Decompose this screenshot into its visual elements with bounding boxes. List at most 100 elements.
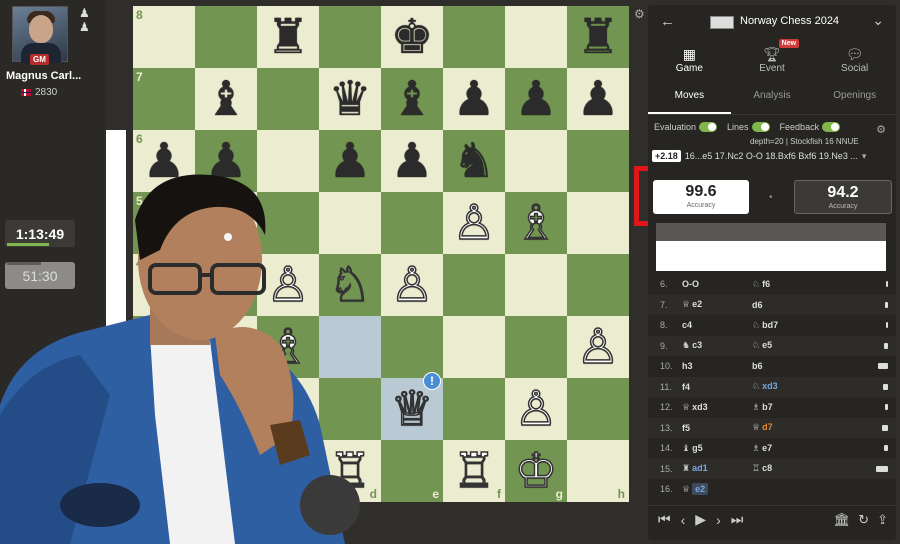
black-bishop-piece[interactable]: ♝ bbox=[204, 75, 247, 123]
square-g6[interactable] bbox=[505, 130, 567, 192]
black-bishop-piece[interactable]: ♝ bbox=[390, 75, 433, 123]
square-a6[interactable]: 6 ♟ bbox=[133, 130, 195, 192]
square-b3[interactable] bbox=[195, 316, 257, 378]
first-move-icon[interactable]: ⏮ bbox=[658, 511, 671, 528]
square-g5[interactable]: ♗ bbox=[505, 192, 567, 254]
play-icon[interactable]: ▶ bbox=[695, 511, 706, 528]
black-pawn-piece[interactable]: ♟ bbox=[142, 137, 185, 185]
square-a1[interactable]: 1a bbox=[133, 440, 195, 502]
square-h1[interactable]: h bbox=[567, 440, 629, 502]
square-f6[interactable]: ♞ bbox=[443, 130, 505, 192]
black-pawn-piece[interactable]: ♟ bbox=[204, 137, 247, 185]
square-f2[interactable] bbox=[443, 378, 505, 440]
evaluation-switch[interactable] bbox=[699, 122, 718, 132]
subtab-moves[interactable]: Moves bbox=[648, 85, 731, 114]
square-f3[interactable] bbox=[443, 316, 505, 378]
refresh-icon[interactable]: ↻ bbox=[858, 512, 869, 528]
square-b6[interactable]: ♟ bbox=[195, 130, 257, 192]
square-a4[interactable]: 4 bbox=[133, 254, 195, 316]
white-move[interactable]: O-O bbox=[682, 279, 752, 289]
black-pawn-piece[interactable]: ♟ bbox=[452, 75, 495, 123]
previous-move-icon[interactable]: ‹ bbox=[681, 512, 686, 528]
feedback-switch[interactable] bbox=[822, 122, 841, 132]
square-a3[interactable]: 3 bbox=[133, 316, 195, 378]
white-rook-piece[interactable]: ♖ bbox=[328, 446, 373, 496]
lines-switch[interactable] bbox=[751, 122, 770, 132]
subtab-openings[interactable]: Openings bbox=[813, 85, 896, 114]
black-move[interactable]: ♘ bd7 bbox=[752, 320, 822, 331]
event-title[interactable]: Norway Chess 2024 bbox=[740, 15, 839, 27]
square-f5[interactable]: ♙ bbox=[443, 192, 505, 254]
white-pawn-piece[interactable]: ♙ bbox=[576, 322, 621, 372]
square-f1[interactable]: f ♖ bbox=[443, 440, 505, 502]
square-e4[interactable]: ♙ bbox=[381, 254, 443, 316]
square-f7[interactable]: ♟ bbox=[443, 68, 505, 130]
square-f8[interactable] bbox=[443, 6, 505, 68]
back-arrow-icon[interactable]: ← bbox=[660, 13, 675, 30]
square-f4[interactable] bbox=[443, 254, 505, 316]
square-e1[interactable]: e bbox=[381, 440, 443, 502]
black-move[interactable]: d6 bbox=[752, 300, 822, 310]
square-c3[interactable]: ♗ bbox=[257, 316, 319, 378]
square-c5[interactable] bbox=[257, 192, 319, 254]
square-e6[interactable]: ♟ bbox=[381, 130, 443, 192]
square-g4[interactable] bbox=[505, 254, 567, 316]
white-pawn-piece[interactable]: ♙ bbox=[514, 384, 559, 434]
square-a7[interactable]: 7 bbox=[133, 68, 195, 130]
square-d4[interactable]: ♘ bbox=[319, 254, 381, 316]
white-move[interactable]: ♕ e2 bbox=[682, 299, 752, 310]
square-d2[interactable] bbox=[319, 378, 381, 440]
white-move[interactable]: h3 bbox=[682, 361, 752, 371]
square-d3[interactable] bbox=[319, 316, 381, 378]
square-b2[interactable] bbox=[195, 378, 257, 440]
square-e2[interactable]: ♕! bbox=[381, 372, 443, 440]
white-move[interactable]: ♞ c3 bbox=[682, 340, 752, 351]
tab-event[interactable]: New 🏆︎ Event bbox=[731, 39, 814, 83]
player-name[interactable]: Magnus Carl... bbox=[6, 70, 96, 82]
board-settings-icon[interactable]: ⚙ bbox=[634, 7, 645, 21]
chess-board[interactable]: 8 ♜ ♚ ♜ 7 ♝ ♛ ♝ ♟ ♟ ♟ 6 ♟ ♟ ♟ ♟ ♞ 5 ♙ ♗ 4 ♙ ♘ ♙ 3 ♗ ♙ 2 ♕! ♙ 1 a b c d ♖ e f ♖… bbox=[133, 6, 629, 502]
white-knight-piece[interactable]: ♘ bbox=[328, 260, 373, 310]
lines-toggle[interactable]: Lines bbox=[727, 122, 770, 132]
next-move-icon[interactable]: › bbox=[716, 512, 721, 528]
square-e8[interactable]: ♚ bbox=[381, 6, 443, 68]
square-h6[interactable] bbox=[567, 130, 629, 192]
black-pawn-piece[interactable]: ♟ bbox=[328, 137, 371, 185]
black-move[interactable]: ♕ d7 bbox=[752, 422, 822, 433]
black-move[interactable]: ♖ c8 bbox=[752, 463, 822, 474]
square-d6[interactable]: ♟ bbox=[319, 130, 381, 192]
square-g2[interactable]: ♙ bbox=[505, 378, 567, 440]
subtab-analysis[interactable]: Analysis bbox=[731, 85, 814, 114]
square-h7[interactable]: ♟ bbox=[567, 68, 629, 130]
square-g8[interactable] bbox=[505, 6, 567, 68]
tab-social[interactable]: 💬︎ Social bbox=[813, 41, 896, 83]
square-g3[interactable] bbox=[505, 316, 567, 378]
black-move[interactable]: ♘ xd3 bbox=[752, 381, 822, 392]
last-move-icon[interactable]: ⏭ bbox=[731, 511, 744, 528]
square-g7[interactable]: ♟ bbox=[505, 68, 567, 130]
square-c4[interactable]: ♙ bbox=[257, 254, 319, 316]
evaluation-toggle[interactable]: Evaluation bbox=[654, 122, 718, 132]
square-g1[interactable]: g ♔ bbox=[505, 440, 567, 502]
square-a5[interactable]: 5 bbox=[133, 192, 195, 254]
white-queen-piece[interactable]: ♕ bbox=[390, 384, 435, 434]
square-e5[interactable] bbox=[381, 192, 443, 254]
white-pawn-piece[interactable]: ♙ bbox=[390, 260, 435, 310]
black-move[interactable]: b6 bbox=[752, 361, 822, 371]
tab-game[interactable]: ▦ Game bbox=[648, 41, 731, 83]
square-e7[interactable]: ♝ bbox=[381, 68, 443, 130]
square-b5[interactable] bbox=[195, 192, 257, 254]
black-move[interactable]: ♘ e5 bbox=[752, 340, 822, 351]
square-c8[interactable]: ♜ bbox=[257, 6, 319, 68]
feedback-toggle[interactable]: Feedback bbox=[780, 122, 841, 132]
black-knight-piece[interactable]: ♞ bbox=[452, 137, 495, 185]
white-pawn-piece[interactable]: ♙ bbox=[266, 260, 311, 310]
white-move[interactable]: ♝ g5 bbox=[682, 443, 752, 454]
white-king-piece[interactable]: ♔ bbox=[514, 446, 559, 496]
square-c2[interactable] bbox=[257, 378, 319, 440]
black-rook-piece[interactable]: ♜ bbox=[266, 13, 309, 61]
square-h4[interactable] bbox=[567, 254, 629, 316]
black-pawn-piece[interactable]: ♟ bbox=[390, 137, 433, 185]
square-b1[interactable]: b bbox=[195, 440, 257, 502]
white-pawn-piece[interactable]: ♙ bbox=[452, 198, 497, 248]
